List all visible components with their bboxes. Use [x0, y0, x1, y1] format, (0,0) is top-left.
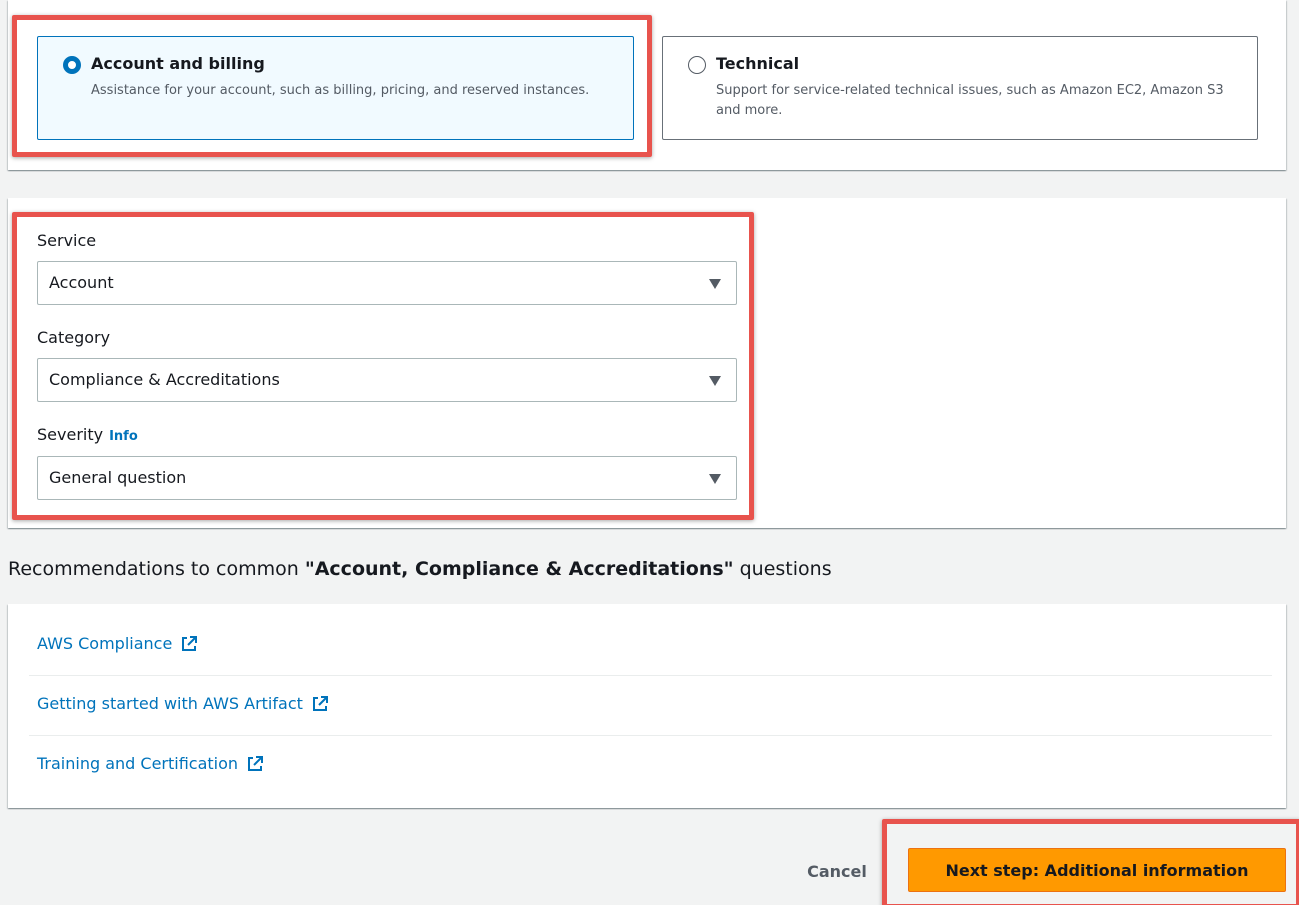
service-value: Account	[49, 273, 114, 292]
account-billing-radio[interactable]	[63, 56, 81, 74]
external-link-icon	[312, 695, 328, 711]
heading-topic: "Account, Compliance & Accreditations"	[304, 558, 734, 580]
account-billing-description: Assistance for your account, such as bil…	[91, 83, 590, 98]
next-step-button[interactable]: Next step: Additional information	[908, 848, 1286, 892]
technical-radio[interactable]	[688, 56, 706, 74]
link-label: AWS Compliance	[37, 634, 173, 653]
training-certification-link[interactable]: Training and Certification	[37, 754, 264, 773]
list-item: Getting started with AWS Artifact	[29, 676, 1272, 736]
caret-down-icon	[709, 376, 721, 386]
severity-label: Severity	[37, 425, 104, 444]
severity-select[interactable]: General question	[37, 456, 737, 500]
category-label: Category	[37, 328, 111, 347]
category-select[interactable]: Compliance & Accreditations	[37, 358, 737, 402]
recommendations-heading: Recommendations to common "Account, Comp…	[8, 558, 832, 580]
account-billing-title: Account and billing	[91, 54, 265, 73]
technical-title: Technical	[716, 54, 800, 73]
severity-label-group: Severity Info	[37, 425, 138, 444]
technical-tile[interactable]: Technical Support for service-related te…	[662, 36, 1258, 140]
caret-down-icon	[709, 279, 721, 289]
link-label: Getting started with AWS Artifact	[37, 694, 303, 713]
severity-info-link[interactable]: Info	[109, 429, 138, 444]
account-and-billing-tile[interactable]: Account and billing Assistance for your …	[37, 36, 634, 140]
cancel-button[interactable]: Cancel	[790, 849, 884, 893]
service-select[interactable]: Account	[37, 261, 737, 305]
heading-suffix: questions	[733, 558, 832, 580]
severity-value: General question	[49, 468, 187, 487]
aws-artifact-link[interactable]: Getting started with AWS Artifact	[37, 694, 329, 713]
list-item: AWS Compliance	[29, 616, 1272, 676]
service-label: Service	[37, 231, 97, 250]
heading-prefix: Recommendations to common	[8, 558, 305, 580]
link-label: Training and Certification	[37, 754, 239, 773]
aws-compliance-link[interactable]: AWS Compliance	[37, 634, 198, 653]
caret-down-icon	[709, 474, 721, 484]
external-link-icon	[182, 635, 198, 651]
external-link-icon	[248, 755, 264, 771]
category-value: Compliance & Accreditations	[49, 370, 280, 389]
list-item: Training and Certification	[29, 736, 1272, 796]
technical-description: Support for service-related technical is…	[716, 83, 1224, 118]
